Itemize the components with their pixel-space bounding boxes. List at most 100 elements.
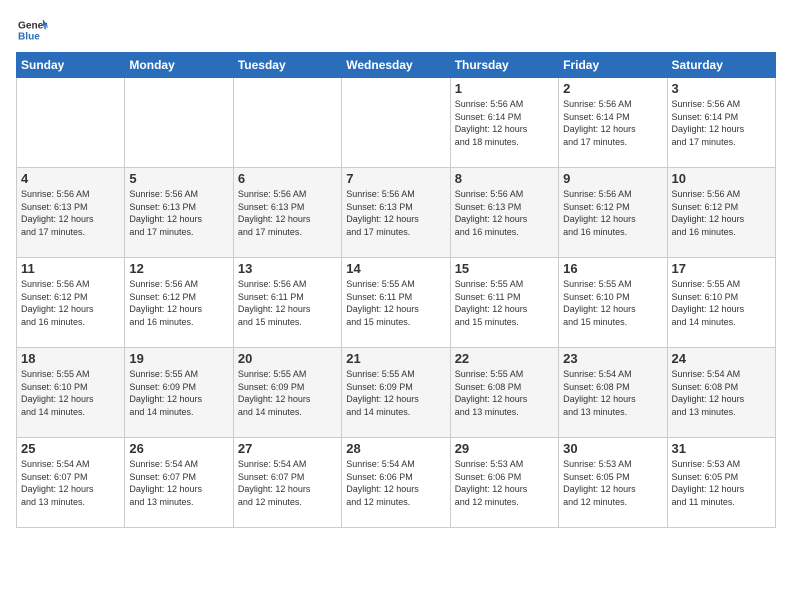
day-number: 1 (455, 81, 554, 96)
weekday-header-monday: Monday (125, 53, 233, 78)
day-number: 18 (21, 351, 120, 366)
day-number: 22 (455, 351, 554, 366)
cell-info: Sunrise: 5:56 AM Sunset: 6:13 PM Dayligh… (455, 188, 554, 238)
cell-info: Sunrise: 5:56 AM Sunset: 6:13 PM Dayligh… (238, 188, 337, 238)
calendar-cell: 17 Sunrise: 5:55 AM Sunset: 6:10 PM Dayli… (667, 258, 775, 348)
calendar-cell: 30 Sunrise: 5:53 AM Sunset: 6:05 PM Dayli… (559, 438, 667, 528)
calendar-cell: 9Sunrise: 5:56 AM Sunset: 6:12 PM Daylig… (559, 168, 667, 258)
cell-info: Sunrise: 5:55 AM Sunset: 6:08 PM Dayligh… (455, 368, 554, 418)
calendar-cell: 12 Sunrise: 5:56 AM Sunset: 6:12 PM Dayli… (125, 258, 233, 348)
cell-info: Sunrise: 5:55 AM Sunset: 6:10 PM Dayligh… (672, 278, 771, 328)
day-number: 15 (455, 261, 554, 276)
calendar-cell: 25 Sunrise: 5:54 AM Sunset: 6:07 PM Dayli… (17, 438, 125, 528)
calendar-cell: 31 Sunrise: 5:53 AM Sunset: 6:05 PM Dayli… (667, 438, 775, 528)
calendar-cell: 13 Sunrise: 5:56 AM Sunset: 6:11 PM Dayli… (233, 258, 341, 348)
cell-info: Sunrise: 5:55 AM Sunset: 6:10 PM Dayligh… (21, 368, 120, 418)
weekday-header-tuesday: Tuesday (233, 53, 341, 78)
day-number: 12 (129, 261, 228, 276)
day-number: 4 (21, 171, 120, 186)
calendar-cell: 4 Sunrise: 5:56 AM Sunset: 6:13 PM Daylig… (17, 168, 125, 258)
weekday-header-sunday: Sunday (17, 53, 125, 78)
week-row-1: 4 Sunrise: 5:56 AM Sunset: 6:13 PM Daylig… (17, 168, 776, 258)
cell-info: Sunrise: 5:55 AM Sunset: 6:09 PM Dayligh… (346, 368, 445, 418)
day-number: 23 (563, 351, 662, 366)
cell-info: Sunrise: 5:56 AM Sunset: 6:13 PM Dayligh… (129, 188, 228, 238)
day-number: 20 (238, 351, 337, 366)
calendar-cell: 22 Sunrise: 5:55 AM Sunset: 6:08 PM Dayli… (450, 348, 558, 438)
day-number: 30 (563, 441, 662, 456)
week-row-4: 25 Sunrise: 5:54 AM Sunset: 6:07 PM Dayli… (17, 438, 776, 528)
calendar-cell: 5 Sunrise: 5:56 AM Sunset: 6:13 PM Daylig… (125, 168, 233, 258)
day-number: 27 (238, 441, 337, 456)
calendar-body: 1 Sunrise: 5:56 AM Sunset: 6:14 PM Daylig… (17, 78, 776, 528)
cell-info: Sunrise: 5:55 AM Sunset: 6:09 PM Dayligh… (129, 368, 228, 418)
calendar-cell: 11Sunrise: 5:56 AM Sunset: 6:12 PM Dayli… (17, 258, 125, 348)
cell-info: Sunrise: 5:54 AM Sunset: 6:08 PM Dayligh… (672, 368, 771, 418)
day-number: 28 (346, 441, 445, 456)
day-number: 5 (129, 171, 228, 186)
cell-info: Sunrise: 5:53 AM Sunset: 6:06 PM Dayligh… (455, 458, 554, 508)
calendar-cell: 3 Sunrise: 5:56 AM Sunset: 6:14 PM Daylig… (667, 78, 775, 168)
day-number: 6 (238, 171, 337, 186)
calendar-cell: 23 Sunrise: 5:54 AM Sunset: 6:08 PM Dayli… (559, 348, 667, 438)
cell-info: Sunrise: 5:54 AM Sunset: 6:07 PM Dayligh… (21, 458, 120, 508)
calendar-cell: 18 Sunrise: 5:55 AM Sunset: 6:10 PM Dayli… (17, 348, 125, 438)
calendar-cell: 20 Sunrise: 5:55 AM Sunset: 6:09 PM Dayli… (233, 348, 341, 438)
cell-info: Sunrise: 5:54 AM Sunset: 6:08 PM Dayligh… (563, 368, 662, 418)
week-row-0: 1 Sunrise: 5:56 AM Sunset: 6:14 PM Daylig… (17, 78, 776, 168)
cell-info: Sunrise: 5:56 AM Sunset: 6:12 PM Dayligh… (129, 278, 228, 328)
calendar-cell: 28 Sunrise: 5:54 AM Sunset: 6:06 PM Dayli… (342, 438, 450, 528)
weekday-header-friday: Friday (559, 53, 667, 78)
cell-info: Sunrise: 5:55 AM Sunset: 6:09 PM Dayligh… (238, 368, 337, 418)
calendar-cell: 1 Sunrise: 5:56 AM Sunset: 6:14 PM Daylig… (450, 78, 558, 168)
cell-info: Sunrise: 5:55 AM Sunset: 6:11 PM Dayligh… (455, 278, 554, 328)
calendar-cell: 29Sunrise: 5:53 AM Sunset: 6:06 PM Dayli… (450, 438, 558, 528)
day-number: 26 (129, 441, 228, 456)
calendar-cell: 14 Sunrise: 5:55 AM Sunset: 6:11 PM Dayli… (342, 258, 450, 348)
cell-info: Sunrise: 5:54 AM Sunset: 6:06 PM Dayligh… (346, 458, 445, 508)
day-number: 24 (672, 351, 771, 366)
day-number: 3 (672, 81, 771, 96)
logo: General Blue (16, 16, 48, 44)
day-number: 10 (672, 171, 771, 186)
cell-info: Sunrise: 5:56 AM Sunset: 6:14 PM Dayligh… (455, 98, 554, 148)
calendar-cell: 27 Sunrise: 5:54 AM Sunset: 6:07 PM Dayli… (233, 438, 341, 528)
cell-info: Sunrise: 5:56 AM Sunset: 6:14 PM Dayligh… (672, 98, 771, 148)
cell-info: Sunrise: 5:55 AM Sunset: 6:11 PM Dayligh… (346, 278, 445, 328)
calendar-cell: 24 Sunrise: 5:54 AM Sunset: 6:08 PM Dayli… (667, 348, 775, 438)
cell-info: Sunrise: 5:53 AM Sunset: 6:05 PM Dayligh… (563, 458, 662, 508)
calendar-cell (233, 78, 341, 168)
calendar-cell: 7 Sunrise: 5:56 AM Sunset: 6:13 PM Daylig… (342, 168, 450, 258)
calendar-cell: 19Sunrise: 5:55 AM Sunset: 6:09 PM Dayli… (125, 348, 233, 438)
weekday-header-saturday: Saturday (667, 53, 775, 78)
day-number: 17 (672, 261, 771, 276)
calendar-cell (342, 78, 450, 168)
day-number: 21 (346, 351, 445, 366)
svg-text:Blue: Blue (18, 31, 40, 42)
calendar-cell: 26 Sunrise: 5:54 AM Sunset: 6:07 PM Dayli… (125, 438, 233, 528)
cell-info: Sunrise: 5:54 AM Sunset: 6:07 PM Dayligh… (129, 458, 228, 508)
calendar-cell: 16Sunrise: 5:55 AM Sunset: 6:10 PM Dayli… (559, 258, 667, 348)
week-row-3: 18 Sunrise: 5:55 AM Sunset: 6:10 PM Dayli… (17, 348, 776, 438)
day-number: 31 (672, 441, 771, 456)
calendar-table: SundayMondayTuesdayWednesdayThursdayFrid… (16, 52, 776, 528)
logo-icon: General Blue (16, 16, 48, 44)
calendar-cell: 15 Sunrise: 5:55 AM Sunset: 6:11 PM Dayli… (450, 258, 558, 348)
calendar-cell: 21 Sunrise: 5:55 AM Sunset: 6:09 PM Dayli… (342, 348, 450, 438)
day-number: 11 (21, 261, 120, 276)
day-number: 7 (346, 171, 445, 186)
cell-info: Sunrise: 5:56 AM Sunset: 6:12 PM Dayligh… (672, 188, 771, 238)
cell-info: Sunrise: 5:56 AM Sunset: 6:11 PM Dayligh… (238, 278, 337, 328)
day-number: 8 (455, 171, 554, 186)
cell-info: Sunrise: 5:53 AM Sunset: 6:05 PM Dayligh… (672, 458, 771, 508)
calendar-cell: 2Sunrise: 5:56 AM Sunset: 6:14 PM Daylig… (559, 78, 667, 168)
cell-info: Sunrise: 5:56 AM Sunset: 6:13 PM Dayligh… (346, 188, 445, 238)
calendar-cell (17, 78, 125, 168)
day-number: 25 (21, 441, 120, 456)
day-number: 14 (346, 261, 445, 276)
day-number: 13 (238, 261, 337, 276)
cell-info: Sunrise: 5:56 AM Sunset: 6:13 PM Dayligh… (21, 188, 120, 238)
week-row-2: 11 Sunrise: 5:56 AM Sunset: 6:12 PM Dayli… (17, 258, 776, 348)
cell-info: Sunrise: 5:54 AM Sunset: 6:07 PM Dayligh… (238, 458, 337, 508)
day-number: 9 (563, 171, 662, 186)
